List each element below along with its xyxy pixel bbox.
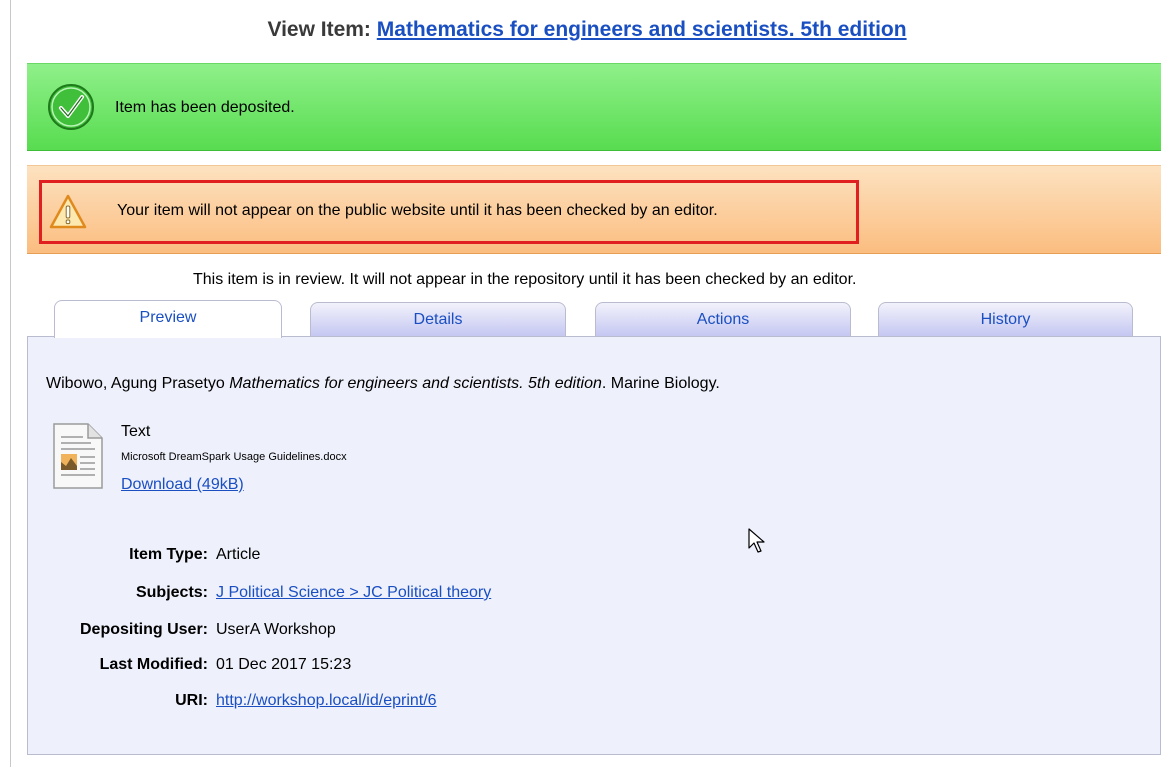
tab-bar: Preview Details Actions History xyxy=(27,300,1161,338)
item-title-link[interactable]: Mathematics for engineers and scientists… xyxy=(377,18,907,41)
metadata-label: Depositing User: xyxy=(79,621,208,638)
tab-history[interactable]: History xyxy=(878,302,1133,336)
metadata-value: J Political Science > JC Political theor… xyxy=(216,584,491,602)
page-title: View Item: Mathematics for engineers and… xyxy=(0,18,1174,42)
metadata-value: 01 Dec 2017 15:23 xyxy=(216,656,352,673)
success-message-text: Item has been deposited. xyxy=(115,99,295,116)
warning-message-text: Your item will not appear on the public … xyxy=(117,202,718,219)
uri-link[interactable]: http://workshop.local/id/eprint/6 xyxy=(216,692,437,709)
download-link[interactable]: Download (49kB) xyxy=(121,476,244,494)
preview-panel: Wibowo, Agung Prasetyo Mathematics for e… xyxy=(27,336,1161,755)
metadata-value: Article xyxy=(216,546,261,563)
page-title-prefix: View Item: xyxy=(267,18,371,41)
document-filename: Microsoft DreamSpark Usage Guidelines.do… xyxy=(121,451,347,463)
tab-preview[interactable]: Preview xyxy=(54,300,282,338)
metadata-label: URI: xyxy=(175,692,208,709)
citation-author: Wibowo, Agung Prasetyo xyxy=(46,375,225,392)
tab-actions[interactable]: Actions xyxy=(595,302,851,336)
metadata-value: UserA Workshop xyxy=(216,621,336,638)
document-image-icon[interactable] xyxy=(52,422,104,490)
metadata-label: Last Modified: xyxy=(99,656,208,673)
warning-message: Your item will not appear on the public … xyxy=(27,165,1161,254)
warning-triangle-icon xyxy=(49,194,87,229)
citation: Wibowo, Agung Prasetyo Mathematics for e… xyxy=(46,375,720,392)
metadata-label: Subjects: xyxy=(135,584,208,601)
success-message: Item has been deposited. xyxy=(27,63,1161,151)
subject-link[interactable]: J Political Science > JC Political theor… xyxy=(216,584,491,601)
metadata-label: Item Type: xyxy=(129,546,208,563)
metadata-value: http://workshop.local/id/eprint/6 xyxy=(216,692,437,710)
tab-details[interactable]: Details xyxy=(310,302,566,336)
citation-title: Mathematics for engineers and scientists… xyxy=(229,375,602,392)
warning-highlight-box: Your item will not appear on the public … xyxy=(39,180,859,244)
check-circle-icon xyxy=(48,84,94,130)
mouse-pointer-icon xyxy=(748,528,765,553)
review-notice: This item is in review. It will not appe… xyxy=(193,271,857,288)
document-type: Text xyxy=(121,423,151,440)
citation-journal: Marine Biology. xyxy=(610,375,720,392)
